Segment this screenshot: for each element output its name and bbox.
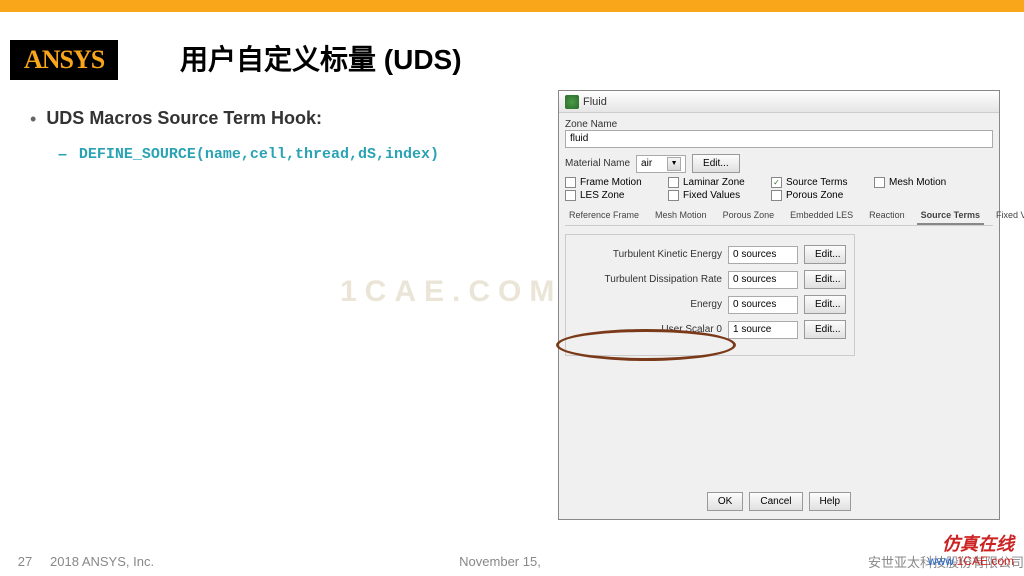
- les-zone-checkbox[interactable]: [565, 190, 576, 201]
- copyright: 2018 ANSYS, Inc.: [50, 554, 400, 569]
- bullet-icon: •: [30, 108, 36, 130]
- source-label: Energy: [596, 299, 722, 310]
- page-number: 27: [0, 554, 50, 569]
- options-grid: Frame Motion Laminar Zone Source Terms M…: [565, 177, 993, 201]
- edit-button[interactable]: Edit...: [804, 245, 846, 264]
- accent-bar: [0, 0, 1024, 12]
- content-area: • UDS Macros Source Term Hook: – DEFINE_…: [30, 108, 530, 164]
- tab-reaction[interactable]: Reaction: [865, 207, 909, 225]
- source-terms-checkbox[interactable]: [771, 177, 782, 188]
- material-dropdown[interactable]: air ▼: [636, 155, 686, 173]
- tab-fixed-values[interactable]: Fixed Values: [992, 207, 1024, 225]
- edit-button[interactable]: Edit...: [804, 320, 846, 339]
- watermark-logo: 仿真在线 www.1CAE.com: [928, 535, 1014, 568]
- tab-reference-frame[interactable]: Reference Frame: [565, 207, 643, 225]
- edit-button[interactable]: Edit...: [804, 295, 846, 314]
- fluid-dialog: Fluid Zone Name fluid Material Name air …: [558, 90, 1000, 520]
- tab-mesh-motion[interactable]: Mesh Motion: [651, 207, 711, 225]
- source-label: User Scalar 0: [596, 324, 722, 335]
- tab-source-terms[interactable]: Source Terms: [917, 207, 984, 225]
- checkbox-label: Frame Motion: [580, 177, 642, 188]
- edit-button[interactable]: Edit...: [804, 270, 846, 289]
- date: November 15,: [400, 554, 600, 569]
- source-value: 0 sources: [728, 296, 798, 314]
- material-label: Material Name: [565, 158, 630, 169]
- code-line: DEFINE_SOURCE(name,cell,thread,dS,index): [79, 146, 439, 163]
- tab-bar: Reference Frame Mesh Motion Porous Zone …: [565, 207, 993, 226]
- source-value: 0 sources: [728, 246, 798, 264]
- dialog-footer: OK Cancel Help: [559, 492, 999, 511]
- ansys-logo: ANSYS: [10, 40, 118, 80]
- cancel-button[interactable]: Cancel: [749, 492, 802, 511]
- bullet-text: UDS Macros Source Term Hook:: [46, 108, 322, 129]
- dialog-title: Fluid: [583, 96, 607, 108]
- checkbox-label: Fixed Values: [683, 190, 740, 201]
- page-title: 用户自定义标量 (UDS): [180, 38, 462, 78]
- dash-icon: –: [58, 146, 67, 164]
- material-value: air: [641, 158, 652, 169]
- laminar-zone-checkbox[interactable]: [668, 177, 679, 188]
- source-value: 0 sources: [728, 271, 798, 289]
- zone-name-label: Zone Name: [565, 119, 993, 130]
- frame-motion-checkbox[interactable]: [565, 177, 576, 188]
- source-label: Turbulent Dissipation Rate: [596, 274, 722, 285]
- watermark-cn: 仿真在线: [928, 535, 1014, 555]
- fixed-values-checkbox[interactable]: [668, 190, 679, 201]
- watermark-url: www.1CAE.com: [928, 555, 1014, 568]
- material-edit-button[interactable]: Edit...: [692, 154, 740, 173]
- checkbox-label: Mesh Motion: [889, 177, 946, 188]
- chevron-down-icon[interactable]: ▼: [667, 157, 681, 171]
- zone-name-input[interactable]: fluid: [565, 130, 993, 148]
- help-button[interactable]: Help: [809, 492, 852, 511]
- watermark: 1CAE.COM: [340, 275, 562, 309]
- checkbox-label: Source Terms: [786, 177, 848, 188]
- porous-zone-checkbox[interactable]: [771, 190, 782, 201]
- source-label: Turbulent Kinetic Energy: [596, 249, 722, 260]
- tab-embedded-les[interactable]: Embedded LES: [786, 207, 857, 225]
- ok-button[interactable]: OK: [707, 492, 743, 511]
- checkbox-label: Laminar Zone: [683, 177, 745, 188]
- checkbox-label: LES Zone: [580, 190, 624, 201]
- checkbox-label: Porous Zone: [786, 190, 843, 201]
- source-terms-group: Turbulent Kinetic Energy 0 sources Edit.…: [565, 234, 855, 356]
- tab-porous-zone[interactable]: Porous Zone: [719, 207, 779, 225]
- slide-footer: 27 2018 ANSYS, Inc. November 15, 安世亚太科技股…: [0, 552, 1024, 571]
- app-icon: [565, 95, 579, 109]
- dialog-titlebar: Fluid: [559, 91, 999, 113]
- source-value: 1 source: [728, 321, 798, 339]
- mesh-motion-checkbox[interactable]: [874, 177, 885, 188]
